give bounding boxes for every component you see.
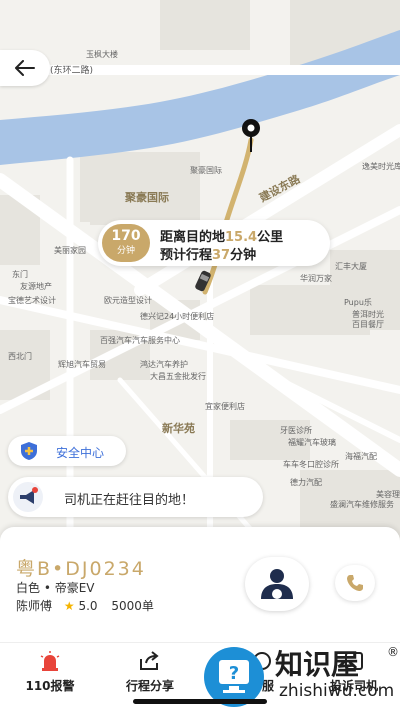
safety-center-button[interactable]: 安全中心 [8,436,126,466]
map-label: 美容理发 [376,490,400,499]
home-indicator [133,699,267,704]
shield-icon [21,442,37,460]
map-label: 东门 [12,270,28,279]
safety-center-label: 安全中心 [56,446,105,460]
share-icon [140,651,159,670]
map-label: 德力汽配 [290,478,322,487]
map-label: 聚豪国际 [125,191,169,204]
map-label: 辉旭汽车贸易 [58,360,106,369]
status-notice: 司机正在赶往目的地！ [8,477,263,517]
eta-unit: 分钟 [116,246,135,256]
alarm-icon [40,651,60,671]
time-value: 37 [212,248,231,263]
watermark-title: 知识屋 [275,648,360,681]
trip-callout: 170 分钟 距离目的地15.4公里 预计行程37分钟 [98,220,330,266]
distance-value: 15.4 [225,230,258,245]
map-label: 汇丰大厦 [335,262,367,271]
car-info: 白色 • 帝豪EV [16,581,95,595]
status-notice-text: 司机正在赶往目的地！ [64,493,195,508]
watermark-mark: ® [387,645,399,659]
map-label: 欧元造型设计 [104,296,152,305]
map-label: 宝德艺术设计 [8,296,56,305]
trip-share-button[interactable]: 行程分享 [110,651,190,694]
back-button[interactable] [0,50,50,86]
map-label: 盛澜汽车维修服务 [330,500,394,509]
phone-icon [347,575,363,591]
eta-badge: 170 分钟 [102,224,150,262]
map-label: 西北门 [8,352,32,361]
map-label: 玉枫大楼 [86,50,118,59]
map-label: 美丽家园 [54,246,86,255]
arrow-left-icon [15,60,35,76]
megaphone-icon [13,482,43,512]
map-label: 百目餐厅 [352,320,384,329]
map-label: 友源地产 [20,282,52,291]
map-label: 海福汽配 [345,452,377,461]
map-label: 大昌五金批发行 [150,372,206,381]
driver-orders: 5000单 [111,599,154,613]
star-icon: ★ [63,599,75,613]
distance-line: 距离目的地15.4公里 [160,230,284,245]
call-driver-button[interactable] [335,565,375,601]
road-label: (东环二路) [50,66,94,76]
map-label: 车车冬口腔诊所 [283,460,339,469]
map-label: 普洱时光 [352,310,384,319]
driver-icon [261,569,293,599]
map-label: 逸美时光库 [362,162,400,171]
time-line: 预计行程37分钟 [160,248,257,263]
map-label: 聚豪国际 [190,166,222,175]
map-label: 牙医诊所 [280,426,312,435]
license-plate: 粤B•DJ0234 [16,558,146,580]
map-label: 德兴记24小时便利店 [140,312,215,321]
map-label: Pupu乐 [344,298,372,307]
map-label: 新华苑 [162,422,195,435]
map-label: 鸿达汽车养护 [140,360,188,369]
driver-info: 陈师傅 ★ 5.0 5000单 [16,597,154,614]
map-label: 华润万家 [300,274,332,283]
driver-avatar[interactable] [245,557,309,611]
alarm-110-button[interactable]: 110报警 [10,651,90,694]
map-label: 百强汽车汽车服务中心 [100,336,180,345]
map-label: 宜家便利店 [205,402,245,411]
eta-minutes: 170 [111,228,141,244]
svg-text:?: ? [229,663,239,684]
watermark-url: zhishiwu.com [279,681,395,701]
map-label: 福耀汽车玻璃 [288,438,336,447]
driver-rating: 5.0 [78,599,98,613]
driver-name: 陈师傅 [16,599,53,613]
